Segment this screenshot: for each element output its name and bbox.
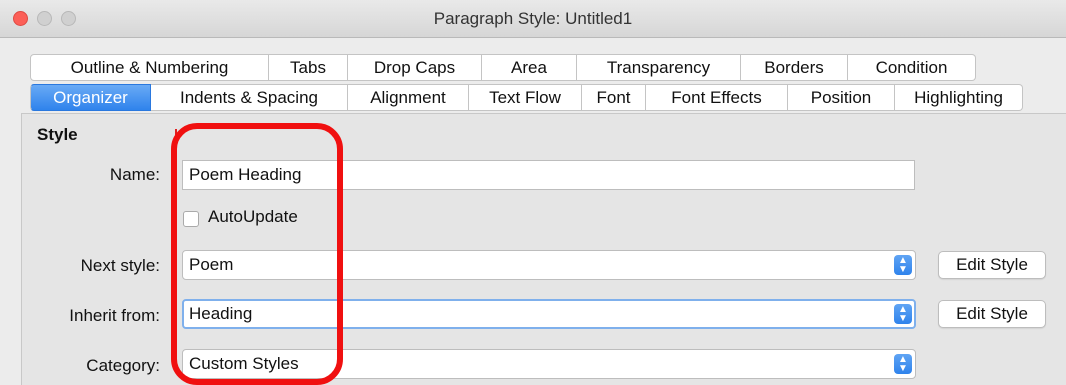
edit-style-button-inherit[interactable]: Edit Style <box>938 300 1046 328</box>
section-title-style: Style <box>37 125 78 144</box>
tab-outline-numbering[interactable]: Outline & Numbering <box>30 54 269 81</box>
organizer-panel <box>21 113 1066 385</box>
tab-highlighting[interactable]: Highlighting <box>895 84 1023 111</box>
next-style-select[interactable]: Poem ▲ ▼ <box>182 250 916 280</box>
tab-organizer[interactable]: Organizer <box>30 84 151 111</box>
tab-alignment[interactable]: Alignment <box>348 84 469 111</box>
annotation-mark <box>175 129 177 135</box>
category-label: Category: <box>86 356 160 375</box>
tab-condition[interactable]: Condition <box>848 54 976 81</box>
edit-style-button-next[interactable]: Edit Style <box>938 251 1046 279</box>
tab-row-1: Outline & Numbering Tabs Drop Caps Area … <box>30 54 976 81</box>
category-select[interactable]: Custom Styles ▲ ▼ <box>182 349 916 379</box>
title-bar: Paragraph Style: Untitled1 <box>0 0 1066 38</box>
tab-area[interactable]: Area <box>482 54 577 81</box>
tab-position[interactable]: Position <box>788 84 895 111</box>
tab-transparency[interactable]: Transparency <box>577 54 741 81</box>
chevron-updown-icon: ▲ ▼ <box>894 354 912 374</box>
tab-font[interactable]: Font <box>582 84 646 111</box>
inherit-from-value: Heading <box>189 304 253 323</box>
name-label: Name: <box>109 165 160 184</box>
tab-tabs[interactable]: Tabs <box>269 54 348 81</box>
inherit-from-select[interactable]: Heading ▲ ▼ <box>182 299 916 329</box>
next-style-label: Next style: <box>80 256 160 275</box>
autoupdate-label: AutoUpdate <box>208 207 298 226</box>
chevron-updown-icon: ▲ ▼ <box>894 304 912 324</box>
tab-text-flow[interactable]: Text Flow <box>469 84 582 111</box>
inherit-from-label: Inherit from: <box>69 306 160 325</box>
next-style-value: Poem <box>189 255 234 274</box>
autoupdate-checkbox[interactable] <box>183 211 199 227</box>
tab-indents-spacing[interactable]: Indents & Spacing <box>151 84 348 111</box>
chevron-updown-icon: ▲ ▼ <box>894 255 912 275</box>
tab-borders[interactable]: Borders <box>741 54 848 81</box>
tab-font-effects[interactable]: Font Effects <box>646 84 788 111</box>
category-value: Custom Styles <box>189 354 299 373</box>
tab-row-2: Organizer Indents & Spacing Alignment Te… <box>30 84 1023 111</box>
tab-drop-caps[interactable]: Drop Caps <box>348 54 482 81</box>
name-field[interactable]: Poem Heading <box>182 160 915 190</box>
window-title: Paragraph Style: Untitled1 <box>433 9 633 28</box>
